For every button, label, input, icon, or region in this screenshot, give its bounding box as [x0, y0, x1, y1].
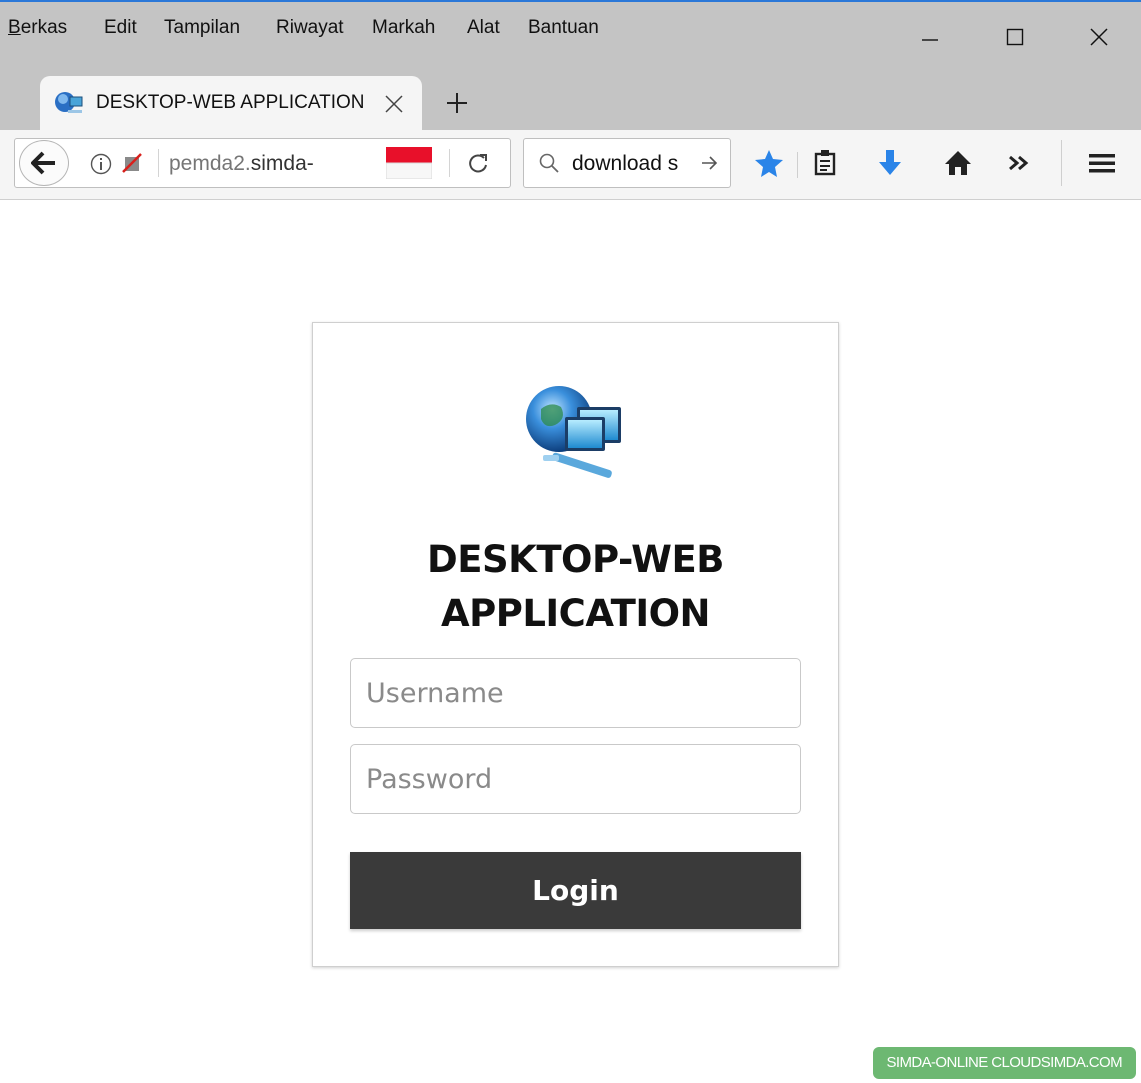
new-tab-icon[interactable] [446, 92, 468, 114]
globe-computer-icon [55, 92, 83, 113]
menu-markah[interactable]: Markah [372, 17, 435, 39]
reload-icon[interactable] [467, 152, 489, 174]
reload-divider [449, 149, 450, 177]
tab-strip: DESKTOP-WEB APPLICATION [0, 64, 1141, 130]
login-button[interactable]: Login [350, 852, 801, 929]
menu-edit[interactable]: Edit [104, 17, 137, 39]
hamburger-menu-icon[interactable] [1087, 148, 1117, 178]
menu-berkas[interactable]: Berkas [8, 17, 67, 39]
search-icon [539, 153, 559, 173]
globe-computer-icon [526, 386, 621, 478]
back-button[interactable] [19, 140, 69, 186]
mnemonic-b: B [8, 17, 21, 38]
watermark-badge: SIMDA-ONLINE CLOUDSIMDA.COM [872, 1047, 1136, 1079]
tab-close-icon[interactable] [384, 94, 404, 114]
reading-list-icon[interactable] [811, 148, 839, 178]
menu-riwayat[interactable]: Riwayat [276, 17, 344, 39]
url-bar[interactable]: pemda2.simda- [14, 138, 511, 188]
url-host: pemda2. [169, 152, 251, 175]
app-title: DESKTOP-WEB APPLICATION [427, 538, 724, 635]
search-text: download s [572, 152, 679, 175]
menu-berkas-rest: erkas [20, 17, 68, 38]
navigation-toolbar: pemda2.simda- download s [0, 130, 1141, 200]
menu-bar: Berkas Edit Tampilan Riwayat Markah Alat… [0, 2, 1141, 64]
download-icon[interactable] [876, 148, 904, 178]
maximize-icon [1006, 28, 1024, 46]
close-window-button[interactable] [1079, 20, 1119, 54]
close-icon [1090, 28, 1108, 46]
overflow-chevron-icon[interactable] [1006, 148, 1032, 178]
blocked-content-icon[interactable] [120, 151, 144, 175]
url-text[interactable]: pemda2.simda- [169, 152, 314, 176]
username-input[interactable] [350, 658, 801, 728]
menu-tampilan[interactable]: Tampilan [164, 17, 240, 39]
search-bar[interactable]: download s [523, 138, 731, 188]
browser-window: Berkas Edit Tampilan Riwayat Markah Alat… [0, 0, 1141, 1083]
tab-title: DESKTOP-WEB APPLICATION [96, 92, 365, 113]
indonesia-flag-icon [386, 147, 432, 179]
minimize-button[interactable] [910, 20, 950, 54]
password-input[interactable] [350, 744, 801, 814]
info-icon[interactable] [90, 153, 112, 175]
login-card: DESKTOP-WEB APPLICATION Login [312, 322, 839, 967]
go-arrow-icon[interactable] [700, 154, 720, 172]
tab-desktop-web-application[interactable]: DESKTOP-WEB APPLICATION [40, 76, 422, 130]
menu-divider [1061, 140, 1062, 186]
menu-bantuan[interactable]: Bantuan [528, 17, 599, 39]
maximize-button[interactable] [995, 20, 1035, 54]
url-divider [158, 149, 159, 177]
back-arrow-icon [31, 151, 55, 175]
url-domain: simda- [250, 152, 314, 175]
toolbar-divider [797, 152, 798, 178]
minimize-icon [922, 39, 938, 41]
home-icon[interactable] [943, 148, 973, 178]
bookmark-star-icon[interactable] [754, 148, 784, 178]
menu-alat[interactable]: Alat [467, 17, 500, 39]
